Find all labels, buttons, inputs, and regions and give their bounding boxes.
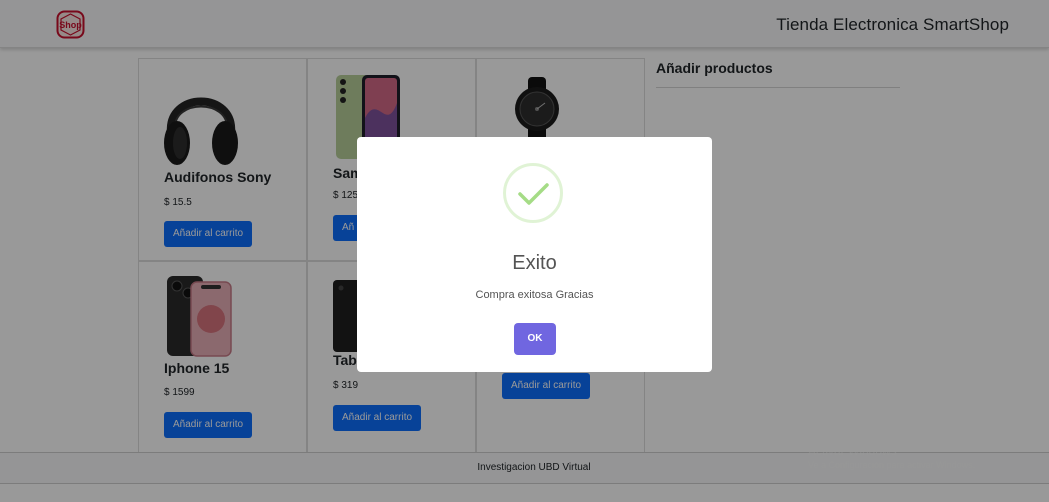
success-dialog: Exito Compra exitosa Gracias OK bbox=[357, 137, 712, 372]
ok-button[interactable]: OK bbox=[514, 323, 556, 355]
dialog-message: Compra exitosa Gracias bbox=[475, 289, 594, 301]
success-check-icon bbox=[503, 163, 563, 223]
dialog-title: Exito bbox=[512, 252, 557, 274]
